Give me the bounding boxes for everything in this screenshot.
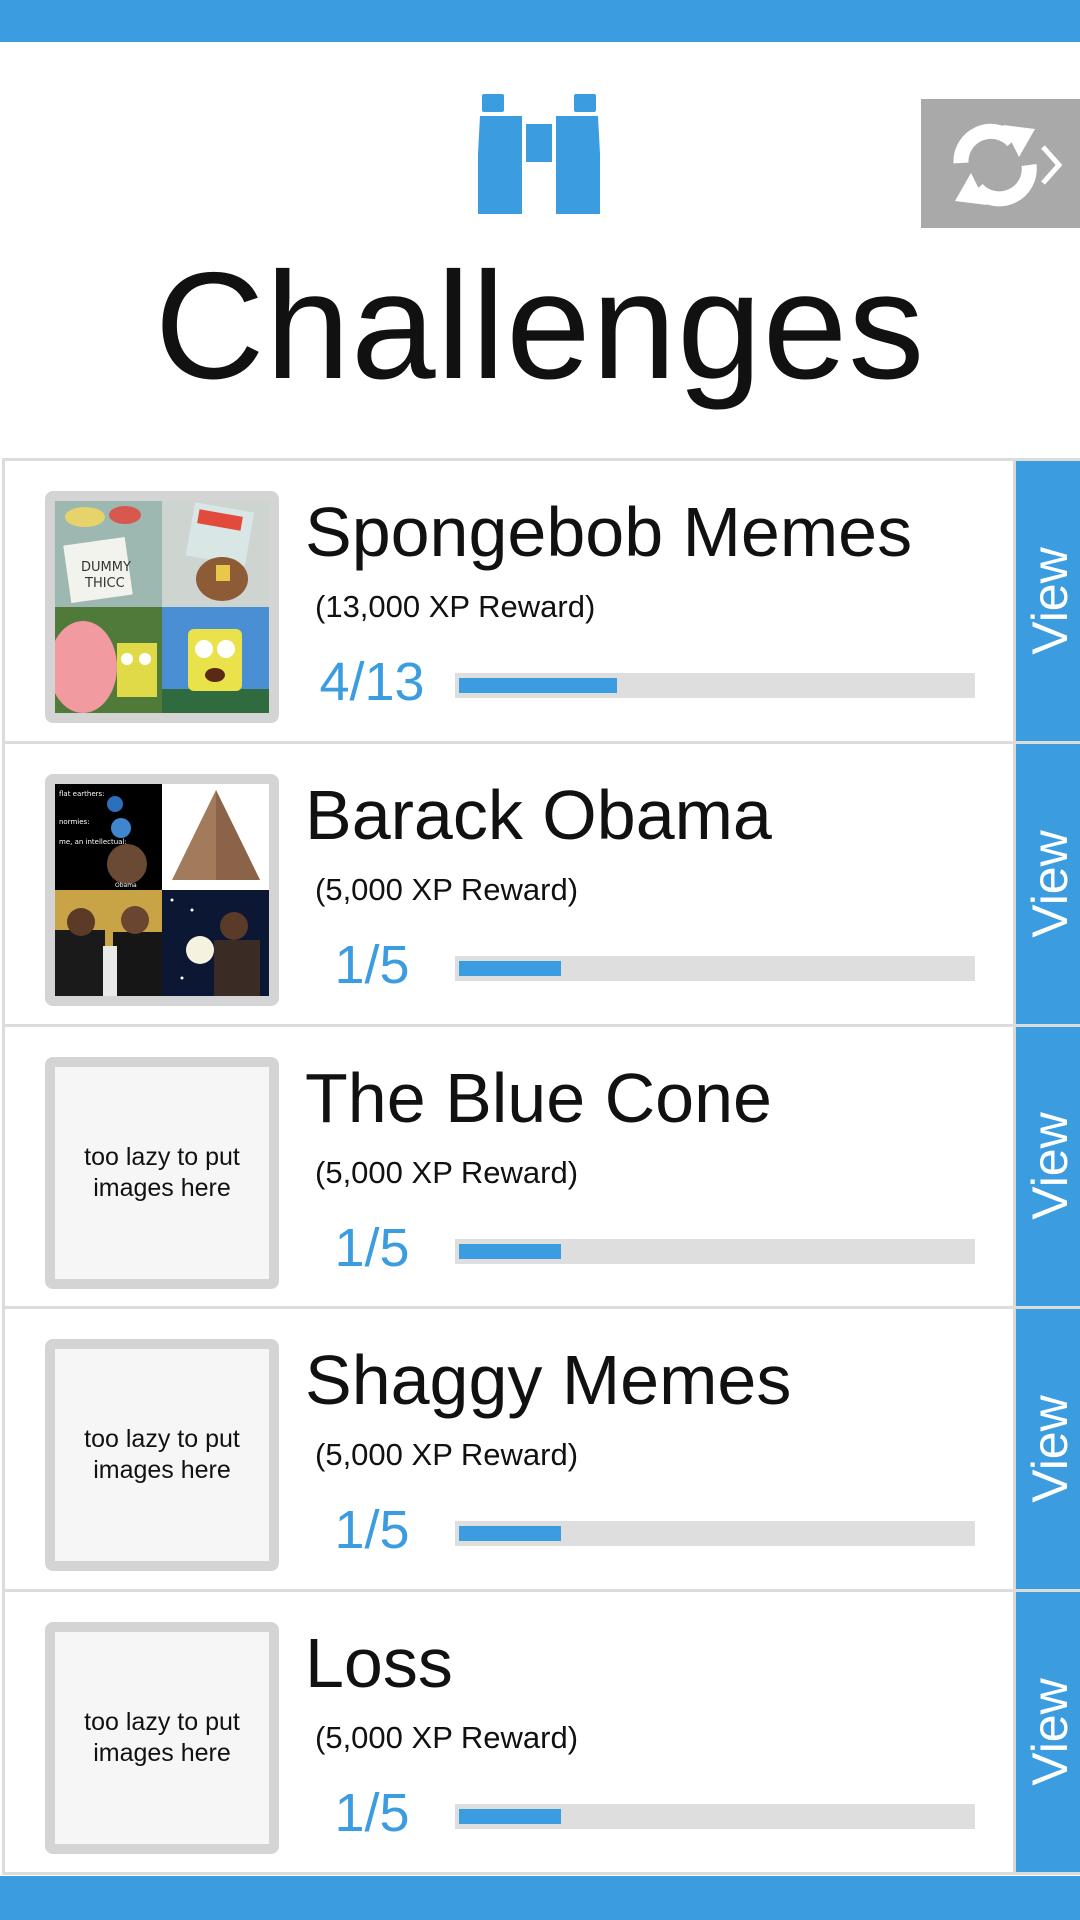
progress-bar [455,1521,975,1547]
view-button[interactable]: View [1013,1592,1080,1872]
challenge-row: too lazy to put images here Shaggy Memes… [2,1309,1080,1593]
challenge-title: The Blue Cone [305,1058,772,1137]
thumbnail-placeholder-text: too lazy to put images here [84,1708,240,1768]
progress-bar [455,955,975,981]
thumbnail-placeholder-text: too lazy to put images here [84,1425,240,1485]
caption-line: Obama [115,882,137,889]
barack-obama-memes-collage: flat earthers: normies: me, an intellect… [55,783,269,996]
thumbnail-placeholder-text: too lazy to put images here [84,1142,240,1202]
bottom-bar [0,1876,1080,1920]
caption-line: normies: [59,818,90,826]
challenge-reward: (13,000 XP Reward) [315,589,596,624]
view-button-label: View [1021,1678,1078,1786]
progress-count: 1/5 [334,934,410,995]
challenge-reward: (5,000 XP Reward) [315,1437,579,1473]
challenge-thumbnail: too lazy to put images here [45,1622,279,1855]
progress-bar [455,673,975,698]
page-title: Challenges [154,241,926,411]
svg-text:DUMMY: DUMMY [81,560,131,575]
challenge-thumbnail: DUMMY THICC [45,491,279,723]
refresh-button[interactable] [921,99,1080,228]
progress-bar [455,1238,975,1264]
svg-text:THICC: THICC [84,576,125,591]
progress-bar-fill [459,1526,561,1542]
view-button-label: View [1021,829,1078,938]
challenge-row: too lazy to put images here Loss (5,000 … [2,1592,1080,1875]
challenge-row: DUMMY THICC Spongebob Memes (13,000 XP R… [2,461,1080,744]
view-button[interactable]: View [1013,1309,1080,1590]
view-button[interactable]: View [1013,461,1080,741]
challenge-title: Loss [305,1624,453,1703]
challenge-reward: (5,000 XP Reward) [315,1720,579,1756]
progress-bar-fill [459,1809,561,1825]
challenge-title: Shaggy Memes [305,1341,792,1420]
challenge-thumbnail: flat earthers: normies: me, an intellect… [45,773,279,1006]
progress-bar [455,1804,975,1830]
challenge-thumbnail: too lazy to put images here [45,1339,279,1572]
challenge-reward: (5,000 XP Reward) [315,1154,579,1190]
page-header: Challenges [0,42,1080,458]
view-button-label: View [1021,1395,1078,1504]
progress-bar-fill [459,960,561,976]
challenge-reward: (5,000 XP Reward) [315,871,579,907]
progress-bar-fill [459,678,617,693]
top-status-bar [0,0,1080,42]
view-button[interactable]: View [1013,743,1080,1024]
view-button-label: View [1021,547,1078,655]
challenge-title: Barack Obama [305,775,772,854]
caption-line: flat earthers: [59,790,105,798]
refresh-icon [953,123,1063,207]
challenge-thumbnail: too lazy to put images here [45,1056,279,1289]
progress-count: 1/5 [334,1500,410,1561]
challenge-title: Spongebob Memes [305,493,913,571]
view-button[interactable]: View [1013,1026,1080,1307]
caption-line: me, an intellectual: [59,838,127,846]
progress-count: 1/5 [334,1783,410,1844]
progress-bar-fill [459,1243,561,1259]
binoculars-icon [478,94,600,214]
progress-count: 4/13 [319,652,425,712]
spongebob-memes-collage: DUMMY THICC [55,501,269,713]
challenge-list: DUMMY THICC Spongebob Memes (13,000 XP R… [2,458,1080,1875]
view-button-label: View [1021,1112,1078,1221]
progress-count: 1/5 [334,1217,410,1278]
challenge-row: flat earthers: normies: me, an intellect… [2,743,1080,1027]
challenge-row: too lazy to put images here The Blue Con… [2,1026,1080,1310]
